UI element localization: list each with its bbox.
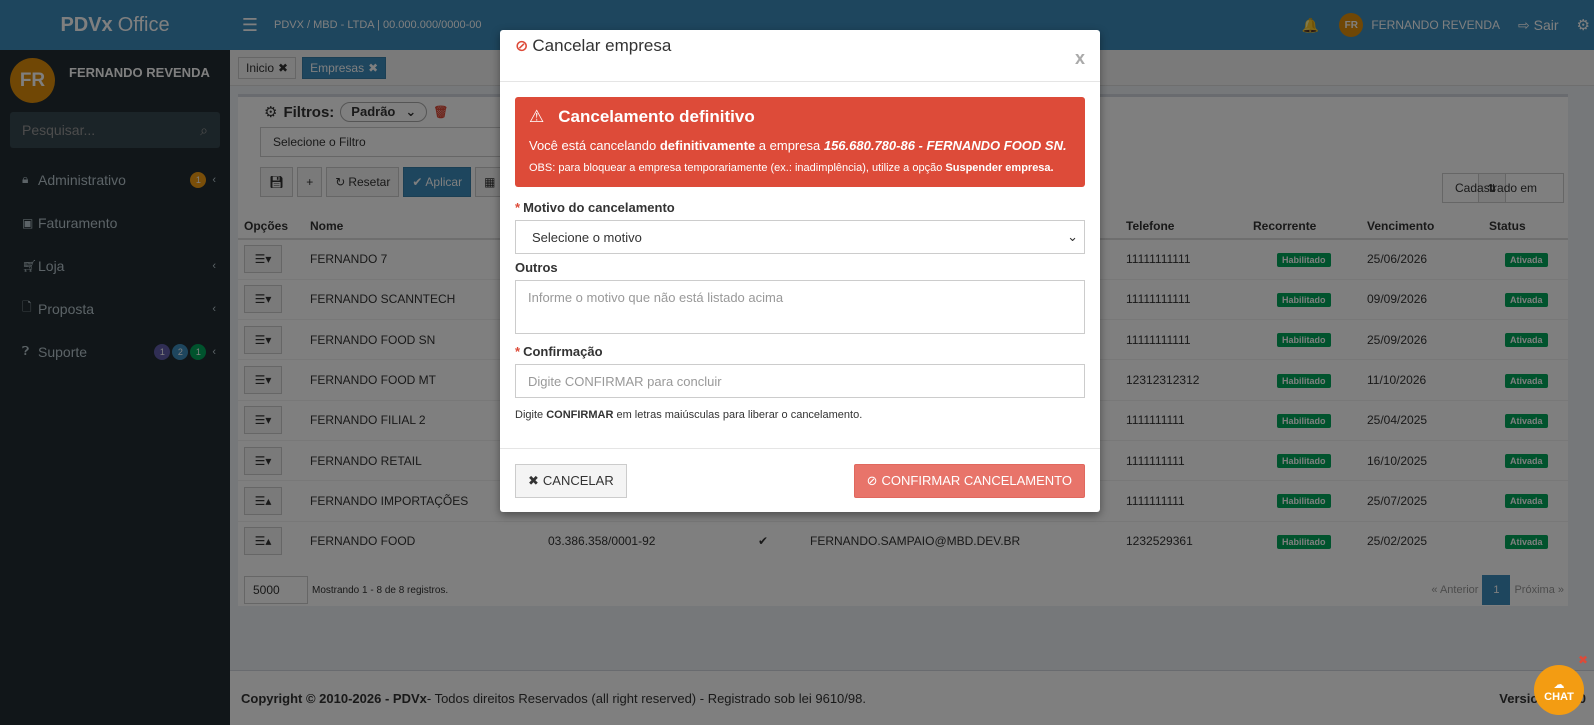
cancel-button[interactable]: ✖ CANCELAR [515, 463, 627, 498]
close-icon[interactable]: x [1075, 48, 1085, 69]
chat-button[interactable]: ☁ CHAT [1534, 665, 1584, 715]
others-textarea[interactable]: Informe o motivo que não está listado ac… [515, 280, 1085, 334]
chevron-down-icon: ⌄ [1067, 229, 1078, 244]
confirm-input[interactable]: Digite CONFIRMAR para concluir [515, 364, 1085, 398]
modal-title: Cancelar empresa [532, 36, 672, 55]
ban-icon: ⊘ [866, 472, 878, 488]
chat-icon: ☁ [1553, 678, 1565, 691]
warning-icon: ⚠ [529, 107, 545, 126]
others-label: Outros [515, 260, 558, 275]
confirm-label: Confirmação [523, 344, 603, 359]
reason-select[interactable]: Selecione o motivo ⌄ [515, 220, 1085, 254]
confirm-help: Digite CONFIRMAR em letras maiúsculas pa… [515, 409, 863, 421]
ban-icon: ⊘ [515, 38, 529, 55]
warning-alert: ⚠ Cancelamento definitivo Você está cance… [515, 97, 1085, 187]
reason-label: Motivo do cancelamento [523, 200, 675, 215]
confirm-cancellation-button[interactable]: ⊘ CONFIRMAR CANCELAMENTO [853, 463, 1085, 498]
close-icon: ✖ [528, 472, 539, 488]
chat-close-icon[interactable]: ✖ [1578, 653, 1588, 667]
cancel-company-modal: ⊘ Cancelar empresa x ⚠ Cancelamento defin… [500, 30, 1100, 512]
